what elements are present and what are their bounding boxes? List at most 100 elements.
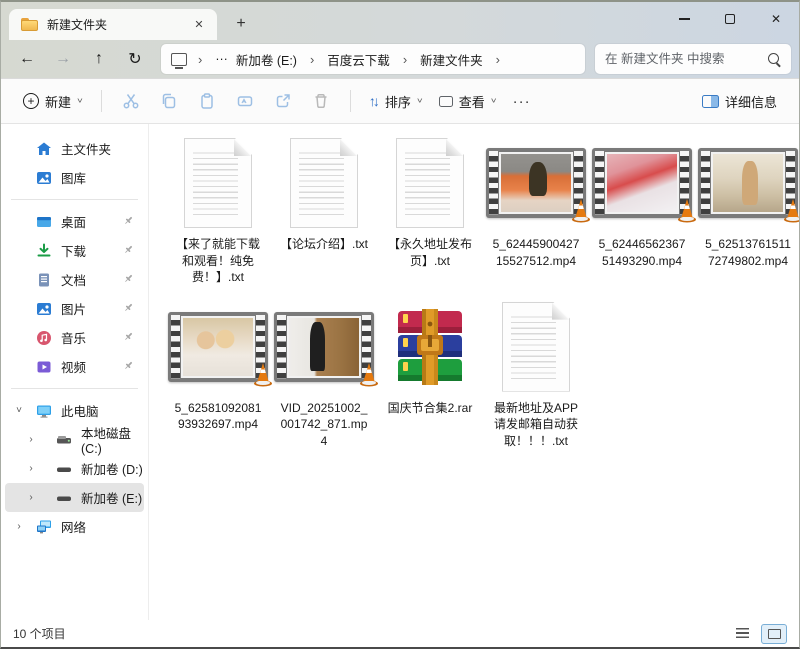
icons-view-icon — [768, 629, 781, 639]
pin-icon — [123, 244, 134, 255]
file-item-txt-4[interactable]: 最新地址及APP 请发邮箱自动获 取！！！.txt — [483, 296, 589, 450]
trash-icon — [312, 92, 330, 110]
window-controls: ✕ — [661, 2, 799, 36]
chevron-right-icon[interactable]: › — [23, 434, 39, 445]
sidebar-item-label: 此电脑 — [61, 401, 99, 420]
icons-view-button[interactable] — [761, 624, 787, 644]
details-pane-button[interactable]: 详细信息 — [694, 86, 785, 117]
file-item-mp4-5[interactable]: VID_20251002_ 001742_871.mp 4 — [271, 296, 377, 450]
sidebar-item-home[interactable]: 主文件夹 — [5, 134, 144, 163]
forward-button[interactable]: → — [45, 44, 81, 74]
view-button[interactable]: 查看 ˅ — [431, 86, 505, 117]
file-name: VID_20251002_ 001742_871.mp 4 — [281, 400, 368, 450]
close-button[interactable]: ✕ — [753, 2, 799, 36]
window-header: 新建文件夹 ✕ + ✕ ← → ↑ ↻ › ··· 新加卷 (E:) › 百度云… — [1, 2, 799, 78]
delete-button[interactable] — [302, 85, 340, 117]
folder-icon — [21, 18, 38, 31]
download-icon — [35, 242, 52, 259]
filmstrip-vlc-icon — [274, 312, 374, 382]
file-name: 最新地址及APP 请发邮箱自动获 取！！！.txt — [494, 400, 578, 450]
breadcrumb[interactable]: › ··· 新加卷 (E:) › 百度云下载 › 新建文件夹 › — [161, 44, 585, 74]
details-view-button[interactable] — [729, 624, 755, 644]
drive-icon — [55, 460, 72, 477]
file-name: 5_62446562367 51493290.mp4 — [599, 236, 686, 269]
file-item-rar[interactable]: 国庆节合集2.rar — [377, 296, 483, 417]
drive-icon — [55, 431, 72, 448]
sidebar-item-music[interactable]: 音乐 — [5, 323, 144, 352]
new-button-label: 新建 — [45, 92, 71, 111]
pictures-icon — [35, 300, 52, 317]
sort-button[interactable]: ↑↓ 排序 ˅ — [361, 86, 431, 117]
breadcrumb-baidu-download[interactable]: 百度云下载 — [323, 48, 394, 71]
tab-close-icon[interactable]: ✕ — [189, 15, 209, 35]
chevron-right-icon[interactable]: › — [496, 52, 500, 67]
breadcrumb-drive-e[interactable]: 新加卷 (E:) — [232, 48, 301, 71]
this-pc-icon — [35, 402, 52, 419]
sidebar-item-gallery[interactable]: 图库 — [5, 163, 144, 192]
share-button[interactable] — [264, 85, 302, 117]
rename-button[interactable] — [226, 85, 264, 117]
sidebar-item-videos[interactable]: 视频 — [5, 352, 144, 381]
cut-button[interactable] — [112, 85, 150, 117]
file-item-mp4-4[interactable]: 5_62581092081 93932697.mp4 — [165, 296, 271, 433]
sidebar-item-network[interactable]: › 网络 — [5, 512, 144, 541]
sidebar-item-label: 本地磁盘 (C:) — [81, 423, 144, 456]
paste-button[interactable] — [188, 85, 226, 117]
search-input[interactable] — [605, 52, 768, 66]
chevron-right-icon[interactable]: › — [310, 52, 314, 67]
file-item-txt-3[interactable]: 【永久地址发布 页】.txt — [377, 132, 483, 269]
chevron-right-icon[interactable]: › — [23, 463, 39, 474]
chevron-right-icon[interactable]: › — [403, 52, 407, 67]
command-toolbar: + 新建 ˅ ↑↓ 排序 ˅ 查看 ˅ — [1, 78, 799, 124]
sidebar-item-label: 音乐 — [61, 328, 86, 347]
search-icon[interactable] — [768, 53, 781, 66]
chevron-right-icon[interactable]: › — [11, 521, 27, 532]
new-tab-button[interactable]: + — [227, 10, 255, 38]
minimize-button[interactable] — [661, 2, 707, 36]
pin-icon — [123, 302, 134, 313]
sidebar-item-desktop[interactable]: 桌面 — [5, 207, 144, 236]
vlc-cone-icon — [357, 361, 381, 387]
maximize-icon — [725, 14, 735, 24]
videos-icon — [35, 358, 52, 375]
sidebar-item-downloads[interactable]: 下载 — [5, 236, 144, 265]
breadcrumb-overflow[interactable]: ··· — [211, 50, 232, 68]
file-item-mp4-1[interactable]: 5_62445900427 15527512.mp4 — [483, 132, 589, 269]
sidebar-item-drive-d[interactable]: › 新加卷 (D:) — [5, 454, 144, 483]
more-options-button[interactable]: ··· — [505, 87, 539, 116]
tab-new-folder[interactable]: 新建文件夹 ✕ — [9, 9, 217, 40]
music-icon — [35, 329, 52, 346]
pin-icon — [123, 215, 134, 226]
back-button[interactable]: ← — [9, 44, 45, 74]
chevron-right-icon[interactable]: › — [23, 492, 39, 503]
txt-file-icon — [290, 138, 358, 228]
this-pc-icon[interactable] — [171, 53, 187, 66]
pin-icon — [123, 273, 134, 284]
more-icon: ··· — [513, 93, 531, 110]
sidebar-item-pictures[interactable]: 图片 — [5, 294, 144, 323]
chevron-right-icon[interactable]: › — [198, 52, 202, 67]
file-item-txt-2[interactable]: 【论坛介绍】.txt — [271, 132, 377, 253]
maximize-button[interactable] — [707, 2, 753, 36]
file-item-mp4-3[interactable]: 5_62513761511 72749802.mp4 — [695, 132, 799, 269]
drive-icon — [55, 489, 72, 506]
sidebar-item-local-disk-c[interactable]: › 本地磁盘 (C:) — [5, 425, 144, 454]
sidebar-item-label: 主文件夹 — [61, 139, 111, 158]
sidebar-item-this-pc[interactable]: ˅ 此电脑 — [5, 396, 144, 425]
search-box[interactable] — [595, 44, 791, 74]
file-list-area: 【来了就能下载 和观看！纯免 费！】.txt 【论坛介绍】.txt 【永久地址发… — [149, 124, 799, 620]
breadcrumb-new-folder[interactable]: 新建文件夹 — [416, 48, 487, 71]
file-item-txt-1[interactable]: 【来了就能下载 和观看！纯免 费！】.txt — [165, 132, 271, 286]
sidebar-item-documents[interactable]: 文档 — [5, 265, 144, 294]
filmstrip-vlc-icon — [698, 148, 798, 218]
up-button[interactable]: ↑ — [81, 44, 117, 74]
refresh-button[interactable]: ↻ — [117, 44, 153, 74]
chevron-down-icon[interactable]: ˅ — [11, 405, 27, 416]
new-button[interactable]: + 新建 ˅ — [15, 86, 91, 117]
sidebar-item-label: 视频 — [61, 357, 86, 376]
sort-arrows-icon: ↑↓ — [369, 93, 377, 109]
sidebar-item-drive-e[interactable]: › 新加卷 (E:) — [5, 483, 144, 512]
vlc-cone-icon — [251, 361, 275, 387]
copy-button[interactable] — [150, 85, 188, 117]
file-item-mp4-2[interactable]: 5_62446562367 51493290.mp4 — [589, 132, 695, 269]
